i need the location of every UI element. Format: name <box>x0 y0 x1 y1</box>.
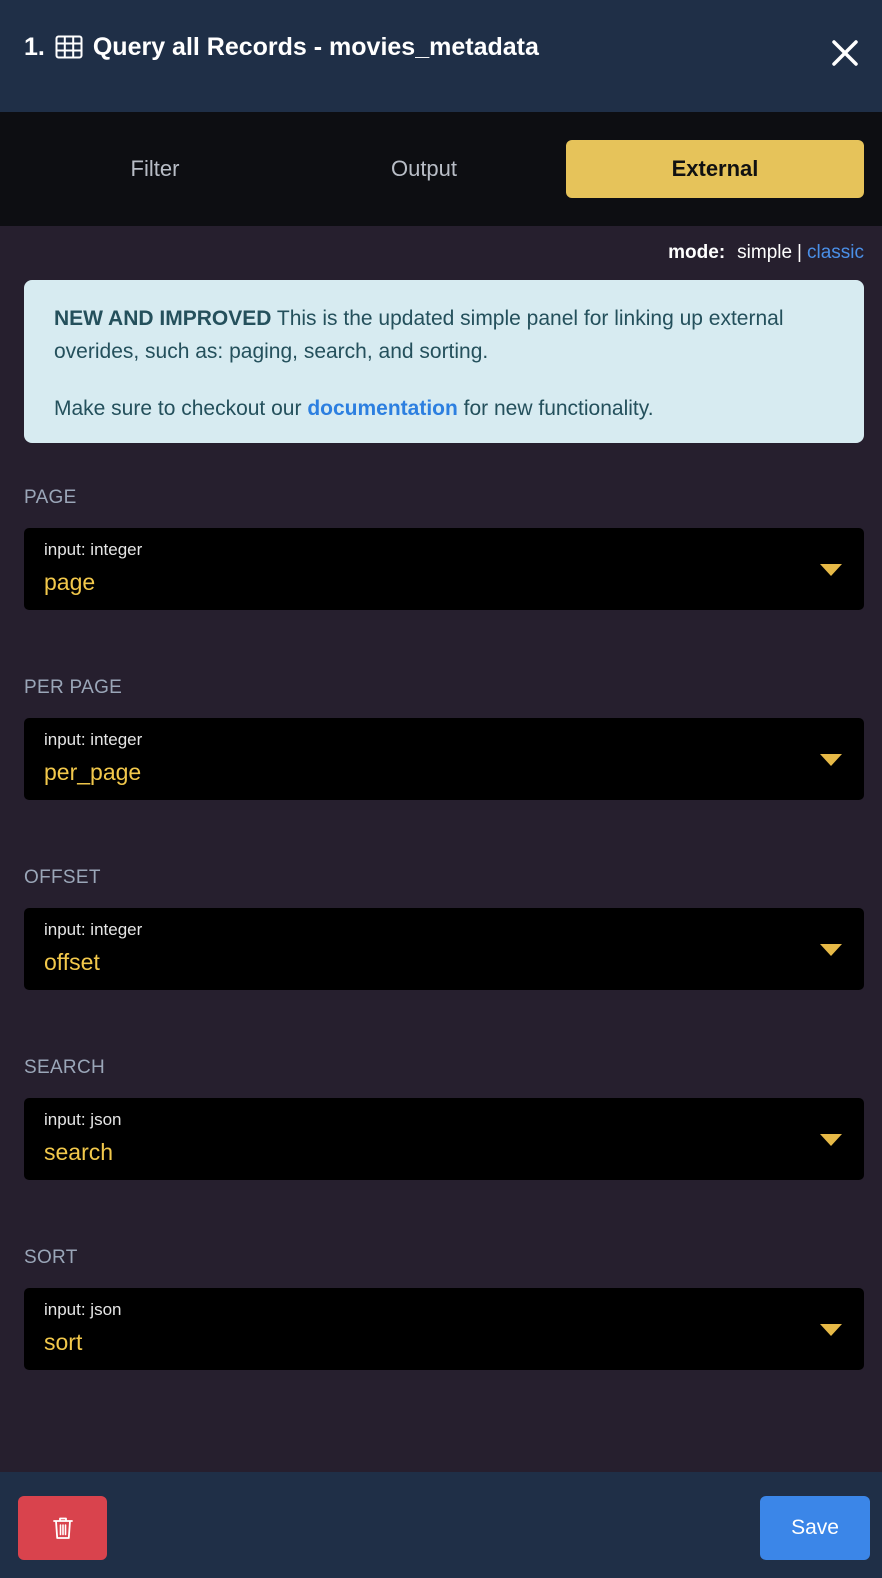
tab-output[interactable]: Output <box>293 140 555 198</box>
info-callout: NEW AND IMPROVED This is the updated sim… <box>24 280 864 443</box>
field-label-search: SEARCH <box>24 1057 105 1078</box>
save-button[interactable]: Save <box>760 1496 870 1560</box>
sort-select[interactable]: input: json sort <box>24 1288 864 1370</box>
mode-separator: | <box>797 242 802 263</box>
caret-down-icon <box>820 944 842 956</box>
caret-down-icon <box>820 564 842 576</box>
select-value: page <box>44 569 96 595</box>
select-type-label: input: integer <box>44 540 143 559</box>
mode-simple[interactable]: simple <box>737 242 792 264</box>
mode-toggle: mode: simple | classic <box>668 240 864 266</box>
trash-icon <box>52 1517 73 1539</box>
search-select[interactable]: input: json search <box>24 1098 864 1180</box>
query-title: Query all Records - movies_metadata <box>92 32 539 61</box>
select-type-label: input: json <box>44 1110 122 1129</box>
caret-down-icon <box>820 1324 842 1336</box>
panel-header: 1. Query all Records - movies_metadata <box>0 0 882 112</box>
tab-external[interactable]: External <box>566 140 864 198</box>
delete-button[interactable] <box>18 1496 107 1560</box>
documentation-link[interactable]: documentation <box>307 397 458 420</box>
mode-classic-link[interactable]: classic <box>807 242 864 264</box>
tab-bar: Filter Output External <box>0 112 882 226</box>
info-paragraph-1: NEW AND IMPROVED This is the updated sim… <box>54 302 834 368</box>
info-line2-suffix: for new functionality. <box>463 397 654 420</box>
page-select[interactable]: input: integer page <box>24 528 864 610</box>
tab-filter[interactable]: Filter <box>24 140 286 198</box>
field-label-sort: SORT <box>24 1247 78 1268</box>
select-value: search <box>44 1139 114 1165</box>
panel-footer: Save <box>0 1472 882 1578</box>
select-value: offset <box>44 949 100 975</box>
select-type-label: input: integer <box>44 920 143 939</box>
select-type-label: input: integer <box>44 730 143 749</box>
field-label-page: PAGE <box>24 487 77 508</box>
field-label-offset: OFFSET <box>24 867 101 888</box>
caret-down-icon <box>820 1134 842 1146</box>
select-value: per_page <box>44 759 142 785</box>
select-type-label: input: json <box>44 1300 122 1319</box>
close-icon[interactable] <box>830 38 860 68</box>
table-icon <box>55 35 83 59</box>
panel-title: 1. Query all Records - movies_metadata <box>24 30 539 64</box>
offset-select[interactable]: input: integer offset <box>24 908 864 990</box>
select-value: sort <box>44 1329 83 1355</box>
step-number: 1. <box>24 32 45 61</box>
info-heading: NEW AND IMPROVED <box>54 307 272 330</box>
info-line2-prefix: Make sure to checkout our <box>54 397 302 420</box>
per-page-select[interactable]: input: integer per_page <box>24 718 864 800</box>
mode-label: mode: <box>668 242 726 263</box>
field-label-per-page: PER PAGE <box>24 677 123 698</box>
info-paragraph-2: Make sure to checkout our documentation … <box>54 392 834 425</box>
caret-down-icon <box>820 754 842 766</box>
